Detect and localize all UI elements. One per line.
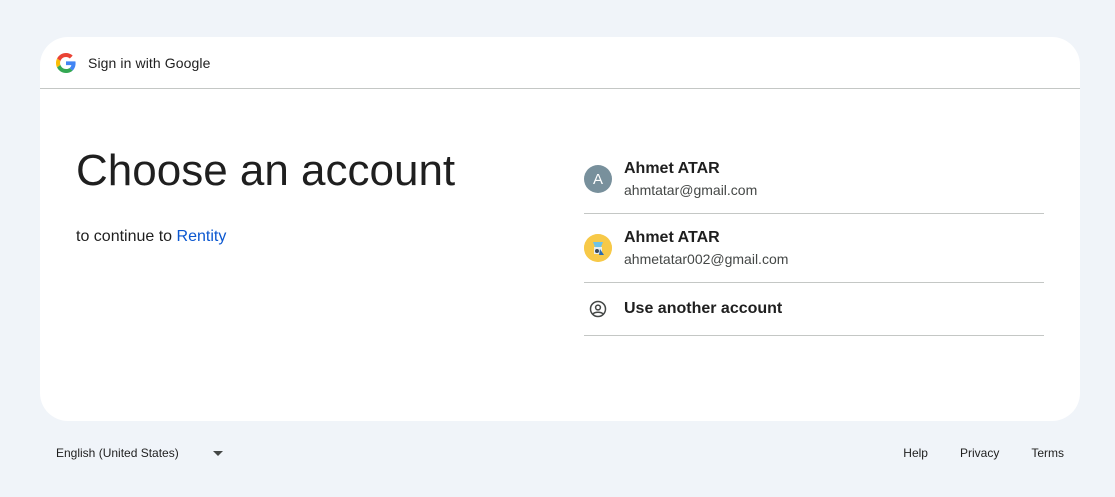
account-item[interactable]: Ahmet ATAR ahmetatar002@gmail.com — [584, 214, 1044, 283]
use-another-label: Use another account — [624, 300, 783, 317]
sign-in-card: Sign in with Google Choose an account to… — [40, 37, 1080, 421]
account-email: ahmtatar@gmail.com — [624, 182, 758, 198]
subtitle-prefix: to continue to — [76, 228, 177, 245]
app-name-link[interactable]: Rentity — [177, 228, 227, 245]
privacy-link[interactable]: Privacy — [960, 446, 999, 460]
account-text: Ahmet ATAR ahmetatar002@gmail.com — [624, 227, 788, 269]
account-item[interactable]: A Ahmet ATAR ahmtatar@gmail.com — [584, 145, 1044, 214]
account-name: Ahmet ATAR — [624, 160, 720, 177]
header-title: Sign in with Google — [88, 54, 211, 71]
footer-links: Help Privacy Terms — [871, 446, 1064, 460]
avatar-image-icon — [584, 234, 612, 262]
help-link[interactable]: Help — [903, 446, 928, 460]
terms-link[interactable]: Terms — [1031, 446, 1064, 460]
subtitle: to continue to Rentity — [76, 228, 455, 246]
heading-section: Choose an account to continue to Rentity — [76, 145, 455, 246]
account-circle-icon — [584, 295, 612, 323]
avatar: A — [584, 165, 612, 193]
account-email: ahmetatar002@gmail.com — [624, 251, 789, 267]
footer: English (United States) Help Privacy Ter… — [56, 441, 1064, 465]
account-list: A Ahmet ATAR ahmtatar@gmail.com Ahmet AT… — [584, 145, 1044, 336]
page-title: Choose an account — [76, 146, 456, 195]
language-label: English (United States) — [56, 446, 179, 460]
avatar — [584, 234, 612, 262]
caret-down-icon — [212, 450, 223, 456]
use-another-account-button[interactable]: Use another account — [584, 283, 1044, 336]
google-g-icon — [56, 52, 76, 73]
account-name: Ahmet ATAR — [624, 229, 720, 246]
account-text: Ahmet ATAR ahmtatar@gmail.com — [624, 158, 757, 200]
language-selector[interactable]: English (United States) — [56, 446, 223, 460]
card-header: Sign in with Google — [40, 37, 1080, 89]
